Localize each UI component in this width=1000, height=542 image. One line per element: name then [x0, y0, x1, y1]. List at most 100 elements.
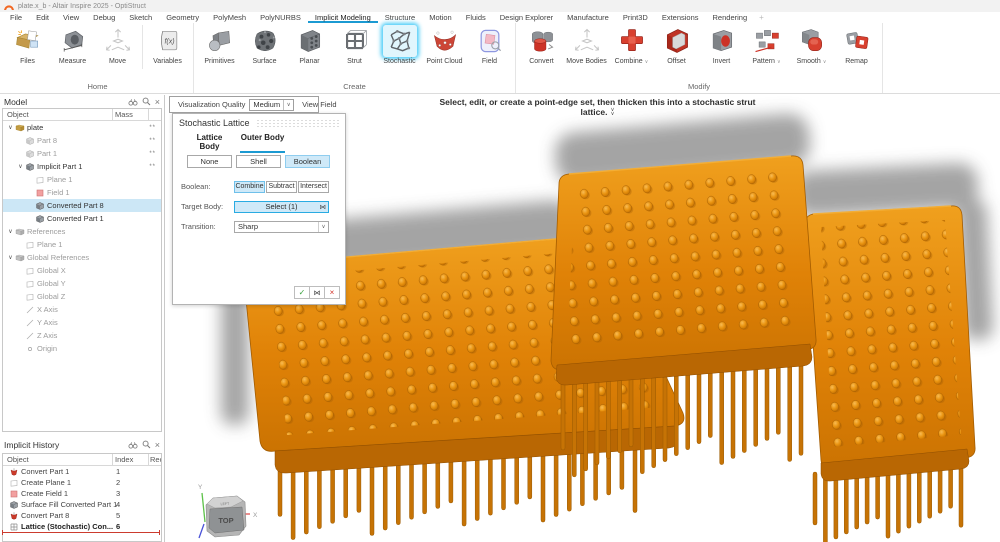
chevron-expanded-icon[interactable]: ∨ — [16, 163, 25, 170]
tool-invert[interactable]: Invert — [699, 23, 744, 65]
menu-item-rendering[interactable]: Rendering — [706, 12, 755, 23]
tree-row-y-axis[interactable]: Y Axis — [3, 316, 161, 329]
tool-convert[interactable]: Convert — [519, 23, 564, 65]
tool-point-cloud[interactable]: Point Cloud — [422, 23, 467, 65]
history-row-lattice-stochastic-con-[interactable]: Lattice (Stochastic) Con...6 — [3, 521, 161, 532]
chevron-expanded-icon[interactable]: ∨ — [6, 228, 15, 235]
menu-item-debug[interactable]: Debug — [86, 12, 122, 23]
menu-item-manufacture[interactable]: Manufacture — [560, 12, 616, 23]
tree-row-references[interactable]: ∨References — [3, 225, 161, 238]
view-field-button[interactable]: View Field — [298, 100, 340, 109]
close-icon[interactable]: × — [155, 98, 160, 106]
tree-row-part-1[interactable]: Part 1** — [3, 147, 161, 160]
tool-move[interactable]: Move — [95, 23, 140, 65]
chevron-down-icon[interactable]: ∨ — [823, 59, 827, 65]
scope-icon[interactable]: ⋈ — [320, 203, 327, 211]
chevron-down-icon[interactable]: ∨ — [283, 100, 293, 110]
menu-item-motion[interactable]: Motion — [422, 12, 459, 23]
tree-row-global-y[interactable]: Global Y — [3, 277, 161, 290]
menu-item-implicit-modeling[interactable]: Implicit Modeling — [308, 12, 378, 23]
tool-smooth[interactable]: Smooth∨ — [789, 23, 834, 65]
target-body-select-field[interactable]: Select (1) ⋈ — [234, 201, 329, 213]
tab-lattice-body[interactable]: Lattice Body — [187, 133, 232, 153]
menu-item-sketch[interactable]: Sketch — [122, 12, 159, 23]
tree-item-label: Origin — [37, 344, 57, 353]
history-row-convert-part-8[interactable]: Convert Part 85 — [3, 510, 161, 521]
tree-row-origin[interactable]: Origin — [3, 342, 161, 355]
tool-offset[interactable]: Offset — [654, 23, 699, 65]
view-cube[interactable]: LEFT TOP Y X — [198, 484, 258, 538]
tab-outer-body[interactable]: Outer Body — [240, 133, 285, 153]
menu-item-edit[interactable]: Edit — [29, 12, 56, 23]
tree-row-x-axis[interactable]: X Axis — [3, 303, 161, 316]
tree-row-field-1[interactable]: Field 1 — [3, 186, 161, 199]
menu-item-polymesh[interactable]: PolyMesh — [206, 12, 253, 23]
tree-row-global-x[interactable]: Global X — [3, 264, 161, 277]
tool-combine[interactable]: Combine∨ — [609, 23, 654, 65]
chevron-down-icon[interactable]: ∨ — [318, 222, 328, 232]
group-divider — [142, 25, 143, 69]
tool-variables[interactable]: f(x)Variables — [145, 23, 190, 65]
find-icon[interactable] — [128, 98, 138, 106]
transition-dropdown[interactable]: Sharp ∨ — [234, 221, 329, 233]
menu-item-polynurbs[interactable]: PolyNURBS — [253, 12, 308, 23]
menu-item-view[interactable]: View — [56, 12, 86, 23]
menu-item-geometry[interactable]: Geometry — [159, 12, 206, 23]
outer-body-boolean-button[interactable]: Boolean — [285, 155, 330, 168]
tree-row-z-axis[interactable]: Z Axis — [3, 329, 161, 342]
find-icon[interactable] — [128, 441, 138, 449]
history-row-convert-part-1[interactable]: Convert Part 11 — [3, 466, 161, 477]
chevron-down-icon[interactable]: ∨ — [645, 59, 649, 65]
tree-row-plane-1[interactable]: Plane 1 — [3, 173, 161, 186]
chevron-down-icon[interactable]: ∨ — [777, 59, 781, 65]
tool-remap[interactable]: Remap — [834, 23, 879, 65]
tool-move-bodies[interactable]: Move Bodies — [564, 23, 609, 65]
scope-button[interactable]: ⋈ — [309, 286, 325, 299]
plate-right-section[interactable] — [805, 206, 975, 542]
close-icon[interactable]: × — [155, 441, 160, 449]
tree-row-converted-part-1[interactable]: Converted Part 1 — [3, 212, 161, 225]
tool-label: Offset — [667, 58, 686, 65]
tree-row-implicit-part-1[interactable]: ∨Implicit Part 1** — [3, 160, 161, 173]
boolean-subtract-button[interactable]: Subtract — [266, 181, 297, 193]
menu-item-structure[interactable]: Structure — [378, 12, 422, 23]
menu-item-design-explorer[interactable]: Design Explorer — [493, 12, 560, 23]
tool-strut[interactable]: Strut — [332, 23, 377, 65]
boolean-combine-button[interactable]: Combine — [234, 181, 265, 193]
visualization-quality-select[interactable]: Medium ∨ — [249, 99, 294, 111]
history-timeline-marker[interactable] — [2, 532, 160, 533]
tree-row-converted-part-8[interactable]: Converted Part 8 — [3, 199, 161, 212]
dialog-drag-grip[interactable] — [256, 119, 339, 127]
menu-item-extensions[interactable]: Extensions — [655, 12, 706, 23]
history-row-create-field-1[interactable]: Create Field 13 — [3, 488, 161, 499]
tool-planar[interactable]: Planar — [287, 23, 332, 65]
tool-files[interactable]: Files — [5, 23, 50, 65]
expand-chevron-icon[interactable]: ∨∨ — [610, 109, 614, 116]
boolean-intersect-button[interactable]: Intersect — [298, 181, 329, 193]
outer-body-shell-button[interactable]: Shell — [236, 155, 281, 168]
menu-item-print3d[interactable]: Print3D — [616, 12, 655, 23]
tree-row-plate[interactable]: ∨plate** — [3, 121, 161, 134]
cancel-button[interactable]: × — [324, 286, 340, 299]
tree-row-plane-1[interactable]: Plane 1 — [3, 238, 161, 251]
tool-stochastic[interactable]: Stochastic — [377, 23, 422, 65]
tree-row-global-references[interactable]: ∨Global References — [3, 251, 161, 264]
tree-row-global-z[interactable]: Global Z — [3, 290, 161, 303]
chevron-expanded-icon[interactable]: ∨ — [6, 124, 15, 131]
menu-overflow-icon[interactable]: + — [754, 12, 769, 23]
chevron-expanded-icon[interactable]: ∨ — [6, 254, 15, 261]
lattice-body-none-button[interactable]: None — [187, 155, 232, 168]
menu-item-fluids[interactable]: Fluids — [459, 12, 493, 23]
tool-measure[interactable]: Measure — [50, 23, 95, 65]
search-icon[interactable] — [142, 97, 151, 106]
tool-pattern[interactable]: Pattern∨ — [744, 23, 789, 65]
search-icon[interactable] — [142, 440, 151, 449]
history-row-surface-fill-converted-part-1[interactable]: Surface Fill Converted Part 14 — [3, 499, 161, 510]
tool-field[interactable]: Field — [467, 23, 512, 65]
history-row-create-plane-1[interactable]: Create Plane 12 — [3, 477, 161, 488]
tool-surface[interactable]: Surface — [242, 23, 287, 65]
tree-row-part-8[interactable]: Part 8** — [3, 134, 161, 147]
menu-item-file[interactable]: File — [3, 12, 29, 23]
apply-button[interactable]: ✓ — [294, 286, 310, 299]
tool-primitives[interactable]: Primitives — [197, 23, 242, 65]
